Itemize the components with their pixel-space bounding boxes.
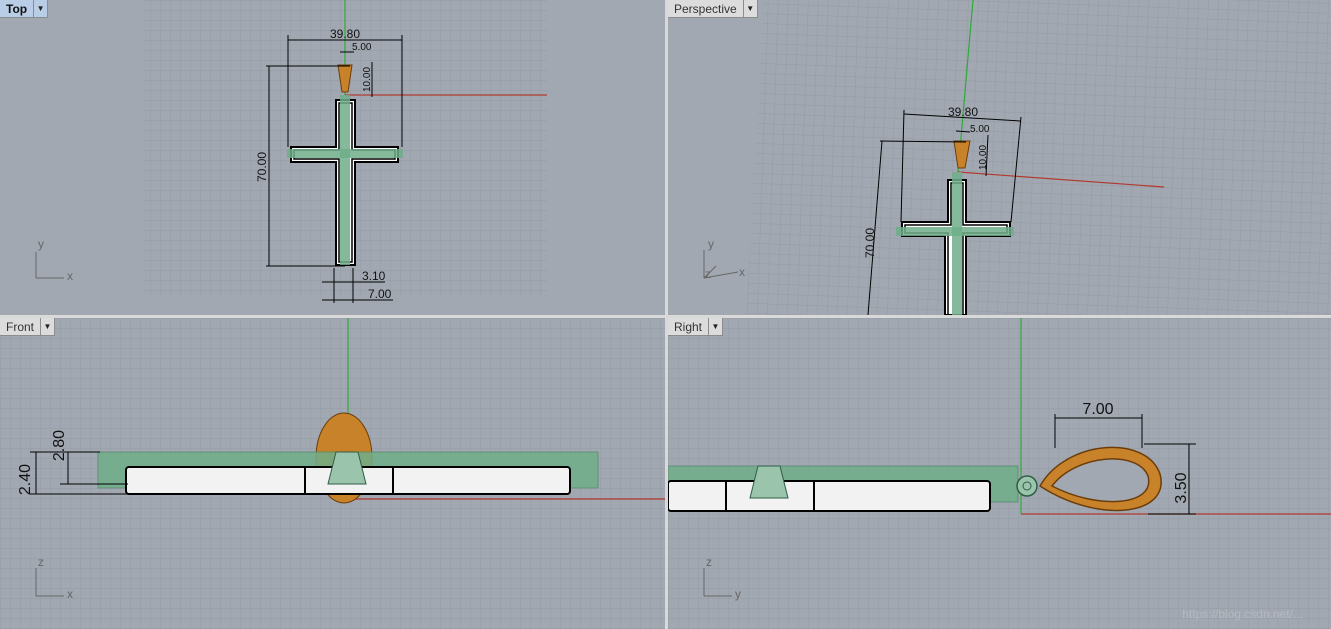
- dim-height: 70.00: [255, 152, 269, 182]
- svg-text:z: z: [705, 267, 711, 281]
- viewport-perspective[interactable]: 39.80 5.00 10.00 70.00 y z x Perspective…: [668, 0, 1331, 315]
- tab-top[interactable]: Top ▼: [0, 0, 49, 18]
- tab-front-label: Front: [6, 319, 35, 334]
- svg-text:z: z: [706, 555, 712, 569]
- chevron-down-icon[interactable]: ▼: [40, 318, 54, 335]
- dim-loop-height: 3.50: [1173, 472, 1190, 503]
- svg-text:x: x: [739, 265, 745, 279]
- dim-loop-width: 7.00: [1082, 401, 1113, 418]
- dim-bail-height: 10.00: [978, 145, 989, 170]
- viewport-front[interactable]: 2.40 2.80 z x Front ▼: [0, 318, 665, 629]
- right-canvas[interactable]: 7.00 3.50 z y: [668, 318, 1331, 629]
- dim-height: 70.00: [863, 228, 877, 258]
- chevron-down-icon[interactable]: ▼: [33, 0, 47, 17]
- perspective-canvas[interactable]: 39.80 5.00 10.00 70.00 y z x: [668, 0, 1331, 315]
- tab-front[interactable]: Front ▼: [0, 318, 56, 336]
- grid-plane: [746, 0, 1331, 315]
- viewport-top[interactable]: 39.80 5.00 10.00 70.00 3.10 7.00 y x Top…: [0, 0, 665, 315]
- svg-text:y: y: [708, 237, 714, 251]
- tab-right[interactable]: Right ▼: [668, 318, 724, 336]
- svg-text:x: x: [67, 269, 73, 283]
- axis-gizmo: y x: [35, 237, 73, 283]
- svg-text:z: z: [38, 555, 44, 569]
- chevron-down-icon[interactable]: ▼: [742, 0, 757, 17]
- tab-perspective-label: Perspective: [674, 1, 737, 16]
- watermark: https://blog.csdn.net/...: [1182, 607, 1303, 621]
- tab-top-label: Top: [6, 1, 28, 16]
- top-canvas[interactable]: 39.80 5.00 10.00 70.00 3.10 7.00 y x: [0, 0, 665, 315]
- axis-gizmo: y z x: [703, 237, 745, 281]
- dim-width: 39.80: [330, 27, 360, 41]
- dim-bar-width: 3.10: [362, 269, 386, 283]
- svg-text:y: y: [38, 237, 44, 251]
- chevron-down-icon[interactable]: ▼: [708, 318, 722, 335]
- dim-bar-outer: 7.00: [368, 287, 392, 301]
- dim-width: 39.80: [948, 105, 978, 119]
- dim-thick-b: 2.80: [51, 430, 68, 461]
- dim-thick-a: 2.40: [17, 464, 34, 495]
- tab-perspective[interactable]: Perspective ▼: [668, 0, 758, 18]
- svg-text:x: x: [67, 587, 73, 601]
- dim-bail-width: 5.00: [970, 124, 990, 135]
- svg-text:y: y: [735, 587, 741, 601]
- viewport-right[interactable]: 7.00 3.50 z y Right ▼ https://blog.csdn.…: [668, 318, 1331, 629]
- tab-right-label: Right: [674, 319, 703, 334]
- dim-bail-height: 10.00: [362, 67, 373, 92]
- front-canvas[interactable]: 2.40 2.80 z x: [0, 318, 665, 629]
- dim-bail-width: 5.00: [352, 42, 372, 53]
